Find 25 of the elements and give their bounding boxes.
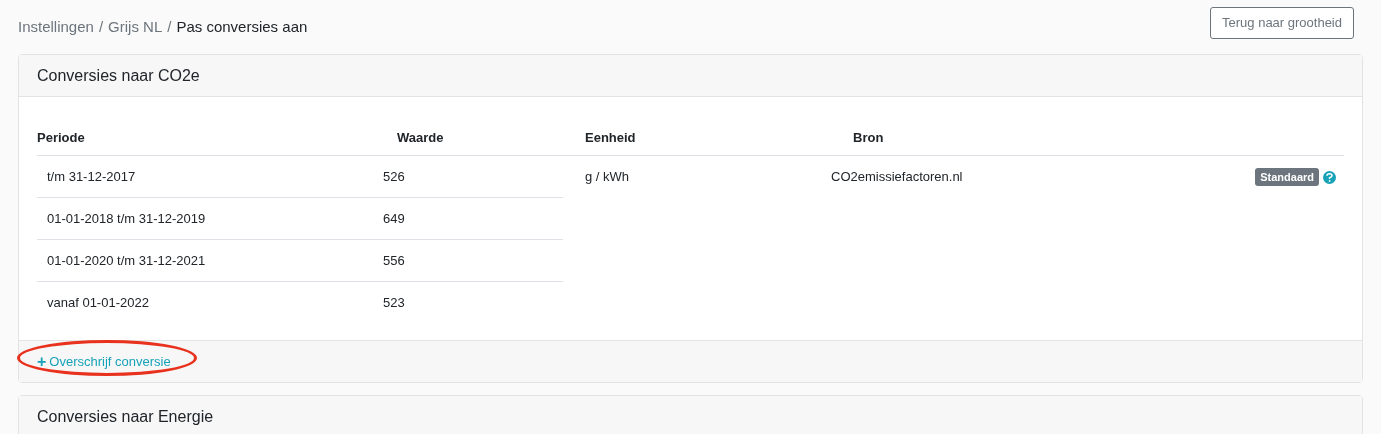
- breadcrumb-separator: /: [167, 16, 172, 37]
- table-cell-text: g / kWh: [585, 168, 630, 187]
- table-cell-text: 556: [383, 251, 405, 270]
- table-cell-text: 01-01-2018 t/m 31-12-2019: [46, 209, 207, 228]
- breadcrumb-separator: /: [98, 16, 104, 37]
- table-cell-text: 649: [383, 209, 405, 228]
- default-badge: Standaard: [1255, 167, 1319, 187]
- table-cell-text: 01-01-2020 t/m 31-12-2021: [46, 251, 207, 270]
- breadcrumb-item[interactable]: Grijs NL: [108, 15, 163, 39]
- table-cell-text: 526: [383, 167, 405, 186]
- table-cell-text: t/m 31-12-2017: [46, 167, 137, 186]
- override-conversion-link[interactable]: + Overschrijf conversie: [37, 351, 171, 372]
- table-cell-text: CO2emissiefactoren.nl: [831, 168, 963, 187]
- column-header: Bron: [853, 129, 884, 148]
- back-button[interactable]: Terug naar grootheid: [1210, 7, 1354, 39]
- card-title: Conversies naar Energie: [37, 406, 214, 427]
- column-header: Waarde: [397, 129, 445, 148]
- breadcrumb-item[interactable]: Instellingen: [18, 15, 94, 39]
- column-header: Eenheid: [585, 129, 637, 148]
- table-cell-text: vanaf 01-01-2022: [46, 294, 150, 313]
- column-header: Periode: [37, 129, 86, 148]
- help-icon[interactable]: [1323, 170, 1336, 184]
- breadcrumb-item: Pas conversies aan: [176, 16, 308, 37]
- card-title: Conversies naar CO2e: [37, 65, 200, 86]
- table-cell-text: 523: [383, 294, 405, 313]
